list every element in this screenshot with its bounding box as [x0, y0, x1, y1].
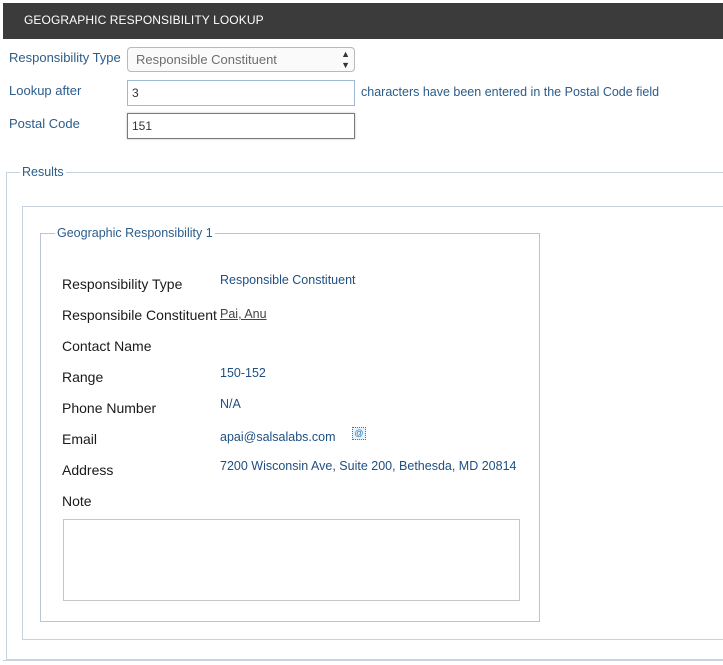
postal-code-input[interactable]: 151 [127, 113, 355, 139]
responsibility-type-label: Responsibility Type [9, 50, 121, 65]
row-label-range: Range [62, 369, 104, 385]
row-value-address: 7200 Wisconsin Ave, Suite 200, Bethesda,… [220, 459, 517, 473]
lookup-after-input[interactable]: 3 [127, 80, 355, 106]
updown-arrows-icon: ▲ ▼ [341, 49, 350, 70]
row-label-phone: Phone Number [62, 400, 157, 416]
row-label-email: Email [62, 431, 98, 447]
bottom-divider [3, 660, 723, 661]
lookup-after-hint: characters have been entered in the Post… [361, 85, 660, 99]
email-icon[interactable]: @ [352, 427, 366, 440]
row-label-note: Note [62, 493, 92, 509]
row-value-phone: N/A [220, 397, 241, 411]
postal-code-label: Postal Code [9, 116, 80, 131]
responsibility-type-selected: Responsible Constituent [136, 52, 277, 67]
note-textarea[interactable] [63, 519, 520, 601]
page-title: GEOGRAPHIC RESPONSIBILITY LOOKUP [24, 13, 264, 27]
row-value-responsibility-type: Responsible Constituent [220, 273, 356, 287]
constituent-link[interactable]: Pai, Anu [220, 307, 267, 321]
row-value-email: apai@salsalabs.com [220, 430, 336, 444]
card-legend: Geographic Responsibility 1 [55, 226, 215, 240]
lookup-after-label: Lookup after [9, 83, 82, 98]
results-legend: Results [20, 165, 66, 179]
row-label-responsible-constituent: Responsibile Constituent [62, 307, 217, 323]
page-header: GEOGRAPHIC RESPONSIBILITY LOOKUP [3, 3, 723, 39]
responsibility-type-select[interactable]: Responsible Constituent ▲ ▼ [127, 47, 355, 72]
row-value-range: 150-152 [220, 366, 266, 380]
row-label-contact-name: Contact Name [62, 338, 152, 354]
row-label-responsibility-type: Responsibility Type [62, 276, 183, 292]
row-label-address: Address [62, 462, 114, 478]
